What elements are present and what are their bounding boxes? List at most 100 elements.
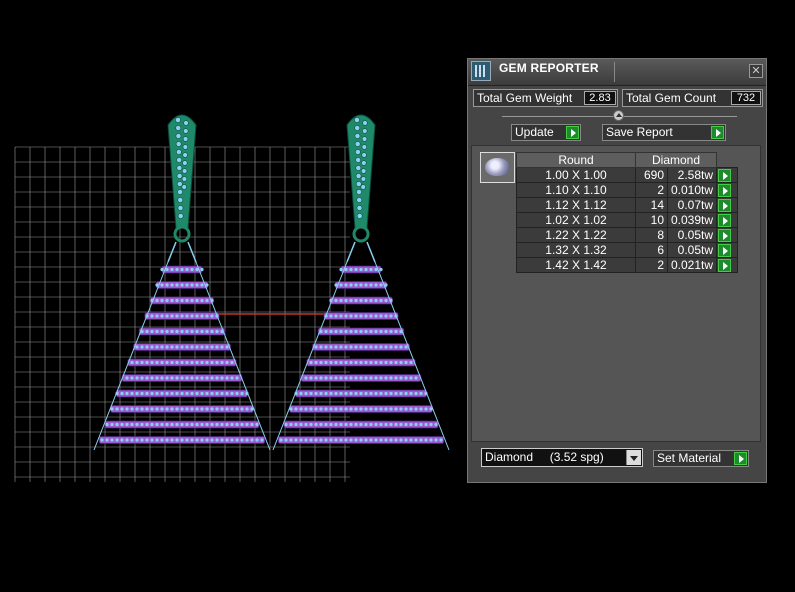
gem-stone [374,329,378,334]
gem-stone [314,407,318,411]
gem-stone [190,422,194,427]
cell-count: 2 [635,257,668,273]
row-select-button[interactable] [716,182,739,198]
gem-stone [329,391,333,396]
gem-stone [414,422,418,427]
gem-stone [374,283,378,287]
gem-stone [334,438,338,442]
scene-canvas[interactable] [0,0,465,587]
gem-stone [359,314,363,318]
gem-stone [150,422,154,427]
gem-stone [374,345,378,349]
close-icon[interactable]: ✕ [749,64,763,78]
gem-stone [329,376,333,380]
gem-stone [175,360,179,365]
gem-stone [205,329,209,334]
gem-stone [354,298,358,303]
gem-stone [314,345,318,349]
gem-stone [160,376,164,380]
gem-stone [339,298,343,303]
gem-stone [361,136,368,142]
gem-stone [110,438,114,442]
round-gem-icon[interactable] [480,152,515,183]
gem-stone [334,422,338,427]
row-select-button[interactable] [716,242,739,258]
gem-stone [185,345,189,349]
gem-stone [334,298,338,303]
gem-stone [165,407,169,411]
gem-stone [319,422,323,427]
gem-stone [349,391,353,396]
cell-size: 1.22 X 1.22 [516,227,636,243]
gem-stone [409,360,413,365]
material-select[interactable]: Diamond (3.52 spg) [481,448,643,467]
gem-stone [215,407,219,411]
save-report-button[interactable]: Save Report [602,124,726,141]
gem-stone [200,267,204,272]
gem-stone [176,173,183,179]
gem-stone [284,422,288,427]
slider-handle[interactable] [613,110,624,121]
gem-stone [140,376,144,380]
total-gem-count: Total Gem Count 732 [622,89,763,107]
gem-stone [135,422,139,427]
gem-stone [409,376,413,380]
row-select-button[interactable] [716,197,739,213]
cell-weight: 2.58tw [666,167,718,183]
cell-weight: 0.05tw [666,227,718,243]
gem-stone [339,314,343,318]
gem-stone [165,360,169,365]
gem-stone [210,329,214,334]
gem-stone [175,125,182,131]
gem-stone [180,329,184,334]
gem-stone [361,152,367,158]
gem-stone [334,376,338,380]
gem-stone [369,283,373,287]
row-select-button[interactable] [716,167,739,183]
gem-stone [379,407,383,411]
gem-stone [177,189,183,195]
gem-stone [175,298,179,303]
table-row: 1.42 X 1.42 2 0.021tw [516,257,739,273]
row-select-button[interactable] [716,227,739,243]
gem-stone [190,329,194,334]
panel-titlebar[interactable]: GEM REPORTER ✕ [468,59,766,86]
gem-stone [304,438,308,442]
gem-stone [334,345,338,349]
gem-stone [145,422,149,427]
gem-stone [364,283,368,287]
cell-weight: 0.010tw [666,182,718,198]
gem-stone [145,407,149,411]
gem-stone [200,314,204,318]
set-material-button-label: Set Material [657,451,722,465]
gem-stone [160,360,164,365]
chevron-down-icon[interactable] [626,450,641,465]
row-select-button[interactable] [716,257,739,273]
gem-stone [344,329,348,334]
set-material-button[interactable]: Set Material [653,450,749,467]
gem-stone [165,314,169,318]
gem-stone [339,438,343,442]
gem-stone [294,438,298,442]
gem-stone [419,438,423,442]
cell-count: 10 [635,212,668,228]
gem-stone [344,422,348,427]
viewport[interactable] [0,0,465,587]
gem-stone [260,438,264,442]
gem-stone [389,422,393,427]
gem-stone [360,176,367,182]
gem-stone [155,329,159,334]
gem-stone [339,329,343,334]
row-select-button[interactable] [716,212,739,228]
gem-stone [369,267,373,272]
gem-stone [429,438,433,442]
gem-stone [215,422,219,427]
gem-stone [183,120,189,126]
gem-stone [389,345,393,349]
update-button[interactable]: Update [511,124,581,141]
gem-stone [369,438,373,442]
gem-stone [160,391,164,396]
gem-stone [360,184,366,190]
gem-stone [394,407,398,411]
gem-stone [394,422,398,427]
